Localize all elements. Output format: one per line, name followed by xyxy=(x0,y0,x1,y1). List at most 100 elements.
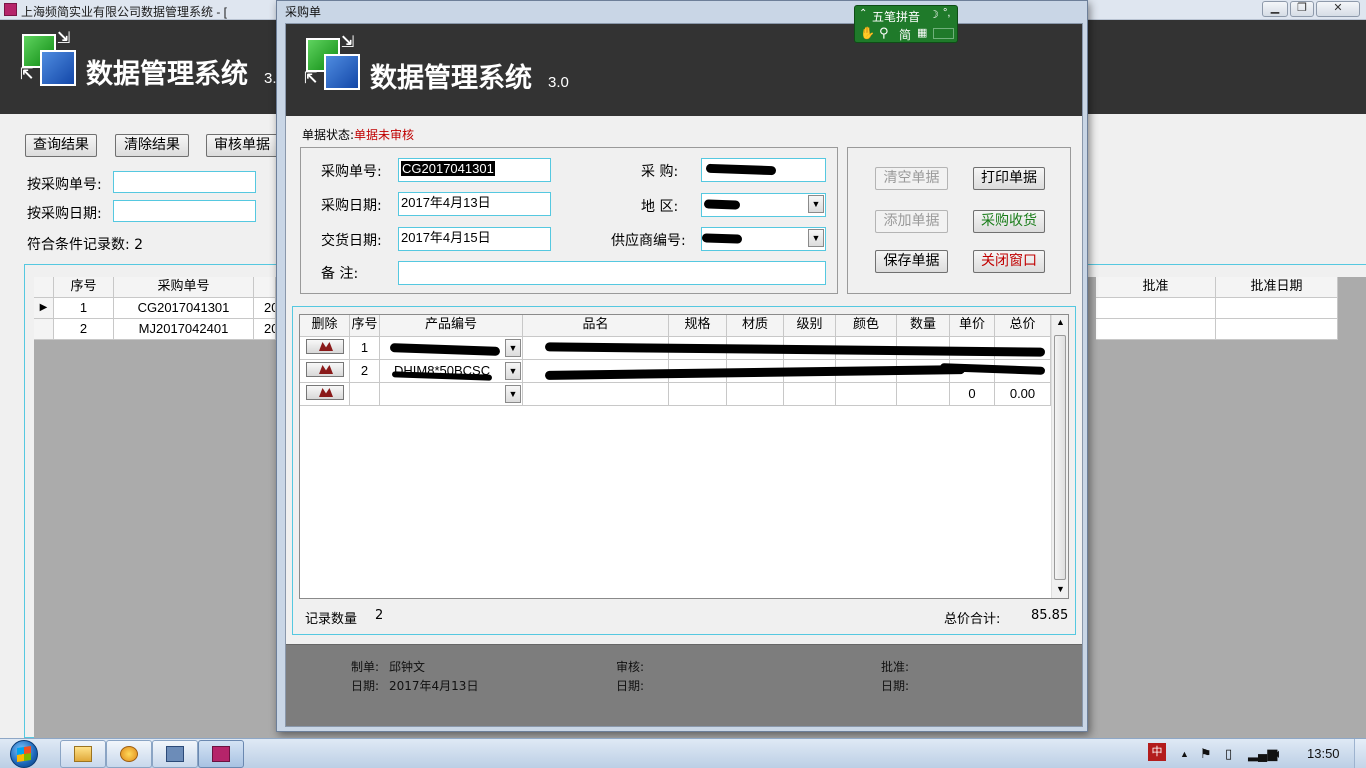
chevron-down-icon[interactable]: ▼ xyxy=(808,195,824,213)
action-center-icon[interactable]: ⚑ xyxy=(1200,739,1212,768)
delete-row-button[interactable] xyxy=(300,383,350,406)
remark-field[interactable] xyxy=(398,261,826,285)
order-no-field[interactable]: CG2017041301 xyxy=(398,158,551,182)
chevron-down-icon[interactable]: ▼ xyxy=(505,339,521,357)
col-header-seq[interactable]: 序号 xyxy=(350,315,380,337)
line-items-grid[interactable]: 删除 序号 产品编号 品名 规格 材质 级别 颜色 数量 单价 总价 1 ▼ 2… xyxy=(299,314,1069,599)
close-window-button[interactable]: 关闭窗口 xyxy=(973,250,1045,273)
redacted-mark xyxy=(703,199,741,210)
taskbar-browser[interactable] xyxy=(106,740,152,768)
delete-row-button[interactable] xyxy=(300,337,350,360)
table-cell-quantity[interactable] xyxy=(897,383,950,406)
table-cell-seq[interactable] xyxy=(350,383,380,406)
vertical-scrollbar[interactable]: ▲ ▼ xyxy=(1051,315,1068,598)
review-date-label: 日期: xyxy=(616,679,645,693)
table-cell-approve-date[interactable] xyxy=(1216,319,1338,340)
col-header-spec[interactable]: 规格 xyxy=(669,315,727,337)
taskbar-media[interactable] xyxy=(152,740,198,768)
ime-hand-icon[interactable]: ✋ xyxy=(860,26,875,40)
clear-results-button[interactable]: 清除结果 xyxy=(115,134,189,157)
filter-order-no-input[interactable] xyxy=(113,171,256,193)
scrollbar-thumb[interactable] xyxy=(1054,335,1066,580)
table-cell-total[interactable]: 0.00 xyxy=(995,383,1051,406)
grid-header-order-no[interactable]: 采购单号 xyxy=(114,277,254,298)
ime-halfwidth-icon[interactable]: ☽ xyxy=(929,8,939,21)
taskbar-explorer[interactable] xyxy=(60,740,106,768)
ime-collapse-icon[interactable]: ⌃ xyxy=(859,8,867,19)
show-desktop-button[interactable] xyxy=(1354,739,1366,768)
row-selector-current-icon[interactable]: ▶ xyxy=(34,298,54,319)
minimize-button[interactable]: ▁ xyxy=(1262,1,1288,17)
ime-search-icon[interactable]: ⚲ xyxy=(879,25,889,41)
print-document-button[interactable]: 打印单据 xyxy=(973,167,1045,190)
row-selector[interactable] xyxy=(34,319,54,340)
start-button[interactable] xyxy=(4,739,46,768)
restore-button[interactable]: ❐ xyxy=(1290,1,1314,17)
table-cell-approve[interactable] xyxy=(1096,298,1216,319)
clear-document-button[interactable]: 清空单据 xyxy=(875,167,948,190)
ime-toolbar[interactable]: ⌃ 五笔拼音 ☽ °, ✋ ⚲ 简 ▦ xyxy=(854,5,958,43)
table-cell-seq[interactable]: 1 xyxy=(54,298,114,319)
show-hidden-icons[interactable]: ▲ xyxy=(1180,739,1189,768)
media-icon xyxy=(166,746,184,762)
scroll-down-icon[interactable]: ▼ xyxy=(1056,584,1065,594)
table-cell-unit-price[interactable]: 0 xyxy=(950,383,995,406)
table-cell-product-name[interactable] xyxy=(523,383,669,406)
ime-keyboard-icon[interactable] xyxy=(933,28,954,39)
grid-header-approve-date[interactable]: 批准日期 xyxy=(1216,277,1338,298)
clock[interactable]: 13:50 xyxy=(1307,739,1340,768)
scroll-up-icon[interactable]: ▲ xyxy=(1056,317,1065,327)
table-cell-partial[interactable]: 20 xyxy=(254,319,276,340)
chevron-down-icon[interactable]: ▼ xyxy=(505,385,521,403)
query-results-button[interactable]: 查询结果 xyxy=(25,134,97,157)
col-header-quantity[interactable]: 数量 xyxy=(897,315,950,337)
network-icon[interactable]: ▂▄▆ xyxy=(1248,739,1277,768)
table-cell-seq[interactable]: 2 xyxy=(54,319,114,340)
ime-grid-icon[interactable]: ▦ xyxy=(917,26,927,39)
supplier-no-select[interactable]: ▼ xyxy=(701,227,826,251)
table-cell-material[interactable] xyxy=(727,383,784,406)
region-select[interactable]: ▼ xyxy=(701,193,826,217)
purchase-receive-button[interactable]: 采购收货 xyxy=(973,210,1045,233)
col-header-material[interactable]: 材质 xyxy=(727,315,784,337)
close-button[interactable]: ✕ xyxy=(1316,1,1360,17)
table-cell-partial[interactable]: 20 xyxy=(254,298,276,319)
col-header-unit-price[interactable]: 单价 xyxy=(950,315,995,337)
buyer-field[interactable] xyxy=(701,158,826,182)
delivery-date-field[interactable]: 2017年4月15日 xyxy=(398,227,551,251)
table-cell-product-no[interactable]: ▼ xyxy=(380,383,523,406)
col-header-delete[interactable]: 删除 xyxy=(300,315,350,337)
ime-tray-icon[interactable]: 中 xyxy=(1148,743,1166,761)
taskbar-app[interactable] xyxy=(198,740,244,768)
table-cell-order-no[interactable]: CG2017041301 xyxy=(114,298,254,319)
filter-date-input[interactable] xyxy=(113,200,256,222)
save-document-button[interactable]: 保存单据 xyxy=(875,250,948,273)
delete-row-button[interactable] xyxy=(300,360,350,383)
battery-icon[interactable]: ▯ xyxy=(1225,739,1232,768)
add-document-button[interactable]: 添加单据 xyxy=(875,210,948,233)
ime-punctuation-icon[interactable]: °, xyxy=(943,7,950,19)
table-cell-color[interactable] xyxy=(836,383,897,406)
table-cell-order-no[interactable]: MJ2017042401 xyxy=(114,319,254,340)
table-cell-approve[interactable] xyxy=(1096,319,1216,340)
order-date-field[interactable]: 2017年4月13日 xyxy=(398,192,551,216)
table-cell-seq[interactable]: 1 xyxy=(350,337,380,360)
table-cell-spec[interactable] xyxy=(669,383,727,406)
table-cell-approve-date[interactable] xyxy=(1216,298,1338,319)
table-cell-seq[interactable]: 2 xyxy=(350,360,380,383)
ime-mode[interactable]: 简 xyxy=(899,26,911,43)
chevron-down-icon[interactable]: ▼ xyxy=(505,362,521,380)
grid-header-approve[interactable]: 批准 xyxy=(1096,277,1216,298)
order-date-label: 采购日期: xyxy=(321,198,382,214)
col-header-color[interactable]: 颜色 xyxy=(836,315,897,337)
approve-document-button[interactable]: 审核单据 xyxy=(206,134,278,157)
grid-header-seq[interactable]: 序号 xyxy=(54,277,114,298)
table-cell-grade[interactable] xyxy=(784,383,836,406)
chevron-down-icon[interactable]: ▼ xyxy=(808,229,824,247)
col-header-product-name[interactable]: 品名 xyxy=(523,315,669,337)
volume-icon[interactable]: 🔈︎ xyxy=(1275,739,1283,768)
col-header-total[interactable]: 总价 xyxy=(995,315,1051,337)
ime-name[interactable]: 五笔拼音 xyxy=(872,8,920,25)
col-header-product-no[interactable]: 产品编号 xyxy=(380,315,523,337)
col-header-grade[interactable]: 级别 xyxy=(784,315,836,337)
